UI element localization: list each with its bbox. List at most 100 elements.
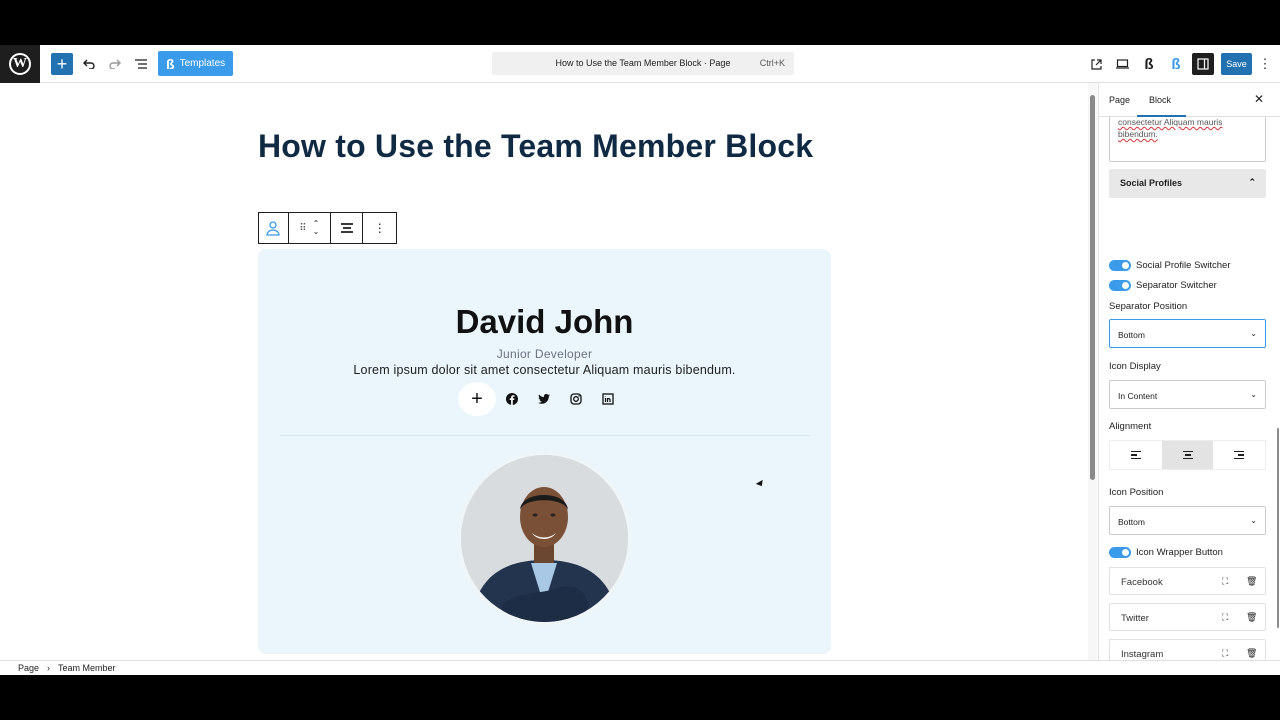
social-instagram[interactable] bbox=[560, 384, 592, 414]
icon-display-select[interactable]: In Content ⌄ bbox=[1109, 380, 1266, 409]
document-overview-button[interactable] bbox=[131, 52, 151, 76]
canvas-scrollbar[interactable] bbox=[1088, 83, 1097, 660]
breadcrumb-page[interactable]: Page bbox=[18, 663, 39, 673]
settings-sidebar: Page Block ✕ consectetur Aliquam mauris … bbox=[1098, 83, 1280, 660]
align-right-button[interactable] bbox=[1213, 441, 1265, 469]
breadcrumb-team-member[interactable]: Team Member bbox=[58, 663, 116, 673]
external-link-icon bbox=[1090, 58, 1102, 70]
move-down-icon[interactable]: ⌄ bbox=[313, 228, 320, 236]
redo-icon bbox=[109, 59, 121, 69]
member-photo[interactable] bbox=[458, 452, 631, 625]
block-type-button[interactable] bbox=[259, 213, 289, 243]
canvas-scroll-thumb[interactable] bbox=[1090, 95, 1095, 480]
align-center-icon bbox=[340, 223, 353, 233]
member-description[interactable]: Lorem ipsum dolor sit amet consectetur A… bbox=[258, 363, 831, 377]
tab-page[interactable]: Page bbox=[1109, 95, 1130, 105]
settings-toggle-button[interactable] bbox=[1192, 53, 1214, 75]
wordpress-icon: W bbox=[9, 53, 31, 75]
icon-display-value: In Content bbox=[1118, 391, 1158, 401]
document-title: How to Use the Team Member Block · Page bbox=[555, 58, 731, 68]
editor-screen: W + ß Templates How to Use the Team Memb… bbox=[0, 45, 1280, 675]
undo-button[interactable] bbox=[79, 52, 99, 76]
icon-position-select[interactable]: Bottom ⌄ bbox=[1109, 506, 1266, 535]
wordpress-logo-button[interactable]: W bbox=[0, 45, 40, 83]
sidebar-scroll-thumb[interactable] bbox=[1277, 428, 1279, 628]
social-icons: + bbox=[458, 382, 628, 416]
expand-icon[interactable]: ⛶ bbox=[1222, 648, 1228, 659]
view-page-button[interactable] bbox=[1085, 53, 1107, 75]
save-button[interactable]: Save bbox=[1221, 53, 1252, 75]
alignment-label: Alignment bbox=[1109, 421, 1152, 432]
social-profile-toggle[interactable] bbox=[1109, 259, 1131, 271]
blocks-plugin-button[interactable]: ß bbox=[1165, 53, 1187, 75]
add-social-button[interactable]: + bbox=[458, 382, 496, 416]
panel-title: Social Profiles bbox=[1120, 178, 1183, 188]
profile-item[interactable]: Instagram ⛶ 🗑 bbox=[1109, 639, 1266, 660]
team-member-icon bbox=[266, 221, 280, 236]
separator-position-label: Separator Position bbox=[1109, 301, 1188, 312]
social-profile-switcher-row[interactable]: Social Profile Switcher bbox=[1109, 258, 1231, 272]
icon-position-label: Icon Position bbox=[1109, 487, 1164, 498]
portrait-image bbox=[461, 455, 628, 622]
separator-switcher-row[interactable]: Separator Switcher bbox=[1109, 278, 1217, 292]
twitter-icon bbox=[538, 394, 550, 404]
add-block-button[interactable]: + bbox=[51, 53, 73, 75]
trash-icon[interactable]: 🗑 bbox=[1246, 648, 1257, 659]
blocks-logo-icon: ß bbox=[1171, 55, 1181, 73]
sidebar-tabs: Page Block ✕ bbox=[1099, 83, 1280, 117]
social-profile-switcher-label: Social Profile Switcher bbox=[1136, 259, 1231, 271]
expand-icon[interactable]: ⛶ bbox=[1222, 576, 1228, 587]
chevron-down-icon: ⌄ bbox=[1250, 390, 1257, 399]
editor-toolbar: W + ß Templates How to Use the Team Memb… bbox=[0, 45, 1280, 83]
expand-icon[interactable]: ⛶ bbox=[1222, 612, 1228, 623]
team-member-card[interactable]: David John Junior Developer Lorem ipsum … bbox=[258, 249, 831, 654]
tab-block[interactable]: Block bbox=[1136, 95, 1187, 117]
align-left-button[interactable] bbox=[1110, 441, 1162, 469]
brand-plugin-button[interactable]: ß bbox=[1138, 53, 1160, 75]
templates-logo-icon: ß bbox=[166, 55, 175, 72]
profile-label: Instagram bbox=[1121, 649, 1164, 660]
brand-b-icon: ß bbox=[1144, 55, 1154, 73]
chevron-down-icon: ⌄ bbox=[1250, 329, 1257, 338]
move-controls: ⠿ ⌃ ⌄ bbox=[289, 213, 331, 243]
close-icon[interactable]: ✕ bbox=[1254, 92, 1264, 106]
align-center-button[interactable] bbox=[1161, 441, 1214, 469]
trash-icon[interactable]: 🗑 bbox=[1246, 576, 1257, 587]
separator-position-select[interactable]: Bottom ⌄ bbox=[1109, 319, 1266, 348]
block-options-button[interactable]: ⋮ bbox=[363, 213, 396, 243]
chevron-down-icon: ⌄ bbox=[1250, 516, 1257, 525]
options-button[interactable]: ⋮ bbox=[1258, 53, 1272, 75]
undo-icon bbox=[83, 59, 95, 69]
icon-wrapper-label: Icon Wrapper Button bbox=[1136, 546, 1223, 558]
command-palette-bar[interactable]: How to Use the Team Member Block · Page … bbox=[492, 52, 794, 75]
icon-wrapper-toggle[interactable] bbox=[1109, 546, 1131, 558]
chevron-up-icon: ⌃ bbox=[1248, 177, 1256, 187]
separator-toggle[interactable] bbox=[1109, 279, 1131, 291]
drag-handle-icon[interactable]: ⠿ bbox=[299, 223, 306, 234]
social-facebook[interactable] bbox=[496, 384, 528, 414]
social-linkedin[interactable] bbox=[592, 384, 624, 414]
social-twitter[interactable] bbox=[528, 384, 560, 414]
templates-button[interactable]: ß Templates bbox=[158, 51, 233, 76]
profile-item[interactable]: Facebook ⛶ 🗑 bbox=[1109, 567, 1266, 595]
member-role[interactable]: Junior Developer bbox=[258, 347, 831, 361]
member-name[interactable]: David John bbox=[258, 303, 831, 341]
align-center-icon bbox=[1182, 450, 1193, 460]
desktop-icon bbox=[1115, 59, 1129, 69]
profile-item[interactable]: Twitter ⛶ 🗑 bbox=[1109, 603, 1266, 631]
list-view-icon bbox=[135, 59, 147, 69]
preview-button[interactable] bbox=[1111, 53, 1133, 75]
chevron-right-icon: › bbox=[47, 663, 51, 673]
align-right-icon bbox=[1234, 450, 1245, 460]
icon-wrapper-row[interactable]: Icon Wrapper Button bbox=[1109, 545, 1223, 559]
linkedin-icon bbox=[602, 393, 614, 405]
more-vertical-icon: ⋮ bbox=[1258, 56, 1272, 71]
redo-button[interactable] bbox=[105, 52, 125, 76]
more-vertical-icon: ⋮ bbox=[373, 221, 386, 235]
align-button[interactable] bbox=[331, 213, 364, 243]
instagram-icon bbox=[570, 393, 582, 405]
panel-social-profiles[interactable]: Social Profiles ⌃ bbox=[1109, 169, 1266, 198]
trash-icon[interactable]: 🗑 bbox=[1246, 612, 1257, 623]
post-title[interactable]: How to Use the Team Member Block bbox=[258, 128, 813, 165]
separator-position-value: Bottom bbox=[1118, 330, 1145, 340]
